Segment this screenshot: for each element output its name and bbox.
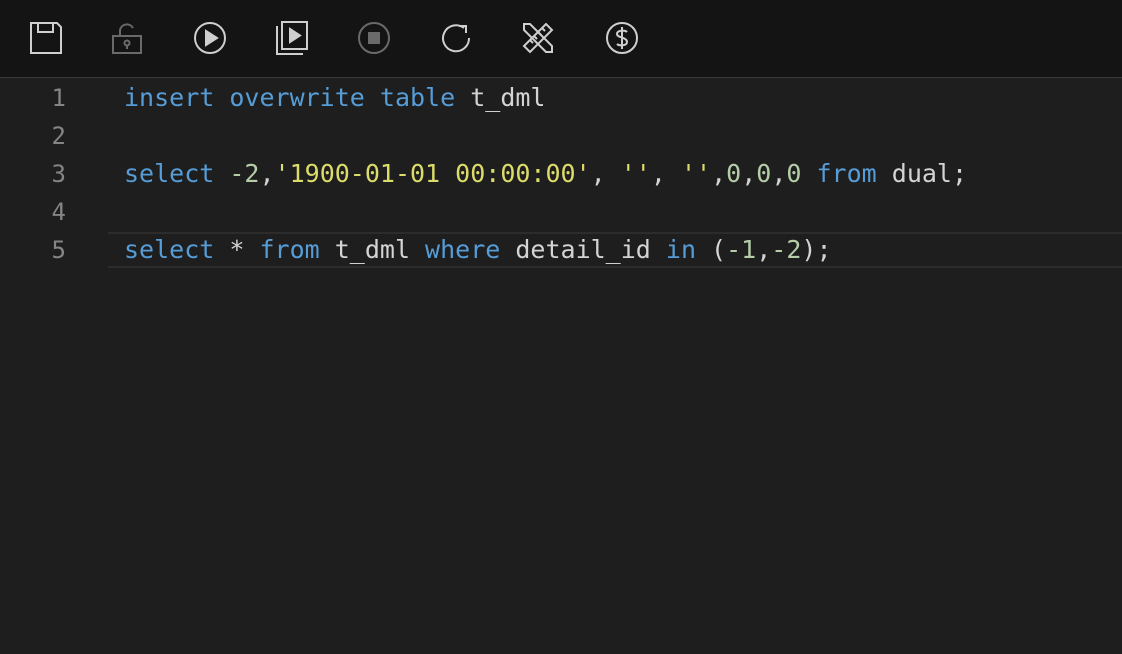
text-token: , <box>590 159 621 188</box>
keyword-token: from <box>259 235 320 264</box>
refresh-icon <box>442 24 471 53</box>
toolbar <box>0 0 1122 78</box>
line-number: 2 <box>51 122 66 150</box>
text-token: t_dml <box>455 83 546 112</box>
number-token: 0 <box>786 159 802 188</box>
line-number: 4 <box>51 198 66 226</box>
format-button[interactable] <box>519 19 557 57</box>
string-token: '' <box>620 159 651 188</box>
refresh-button[interactable] <box>437 19 475 57</box>
editor-line[interactable]: 4 <box>0 193 1122 231</box>
text-token: t_dml <box>319 235 426 264</box>
string-token: '' <box>680 159 712 188</box>
stop-icon <box>358 22 390 54</box>
play-icon <box>194 22 226 54</box>
keyword-token: in <box>665 235 696 264</box>
text-token: , <box>711 159 727 188</box>
unlock-icon <box>112 23 142 54</box>
unlock-button[interactable] <box>108 19 146 57</box>
string-token: '1900-01-01 00:00:00' <box>274 159 591 188</box>
text-token: * <box>214 235 260 264</box>
editor-line[interactable]: 3 select -2,'1900-01-01 00:00:00', '', ''… <box>0 155 1122 193</box>
save-icon <box>30 22 62 54</box>
text-token: , <box>771 159 787 188</box>
text-token: , <box>650 159 681 188</box>
code-text: select * from t_dml where detail_id in (… <box>124 231 832 269</box>
keyword-token: select <box>124 159 215 188</box>
keyword-token: overwrite <box>229 83 365 112</box>
code-text: insert overwrite table t_dml <box>124 79 545 117</box>
editor-line[interactable]: 2 <box>0 117 1122 155</box>
text-token: ( <box>696 235 727 264</box>
code-text: select -2,'1900-01-01 00:00:00', '', '',… <box>124 155 967 193</box>
line-number: 3 <box>51 160 66 188</box>
code-editor[interactable]: 1 insert overwrite table t_dml 2 3 select -2… <box>0 78 1122 654</box>
run-file-icon <box>276 21 308 55</box>
text-token: detail_id <box>500 235 666 264</box>
text-token: , <box>756 235 772 264</box>
number-token: 0 <box>726 159 742 188</box>
dollar-icon <box>606 22 638 54</box>
ruler-pencil-icon <box>522 22 554 54</box>
text-token: , <box>741 159 757 188</box>
keyword-token: insert <box>124 83 215 112</box>
number-token: -2 <box>771 235 802 264</box>
run-button[interactable] <box>191 19 229 57</box>
editor-line[interactable]: 5 select * from t_dml where detail_id in … <box>0 231 1122 269</box>
cost-button[interactable] <box>603 19 641 57</box>
line-number: 1 <box>51 84 66 112</box>
number-token: -1 <box>726 235 757 264</box>
line-number: 5 <box>51 236 66 264</box>
text-token: , <box>259 159 275 188</box>
number-token: 0 <box>756 159 772 188</box>
keyword-token: where <box>425 235 501 264</box>
save-button[interactable] <box>27 19 65 57</box>
keyword-token: from <box>816 159 877 188</box>
text-token: ); <box>801 235 832 264</box>
keyword-token: table <box>379 83 456 112</box>
editor-line[interactable]: 1 insert overwrite table t_dml <box>0 79 1122 117</box>
text-token: dual; <box>876 159 968 188</box>
number-token: -2 <box>229 159 260 188</box>
stop-button[interactable] <box>355 19 393 57</box>
run-script-button[interactable] <box>273 19 311 57</box>
keyword-token: select <box>124 235 215 264</box>
